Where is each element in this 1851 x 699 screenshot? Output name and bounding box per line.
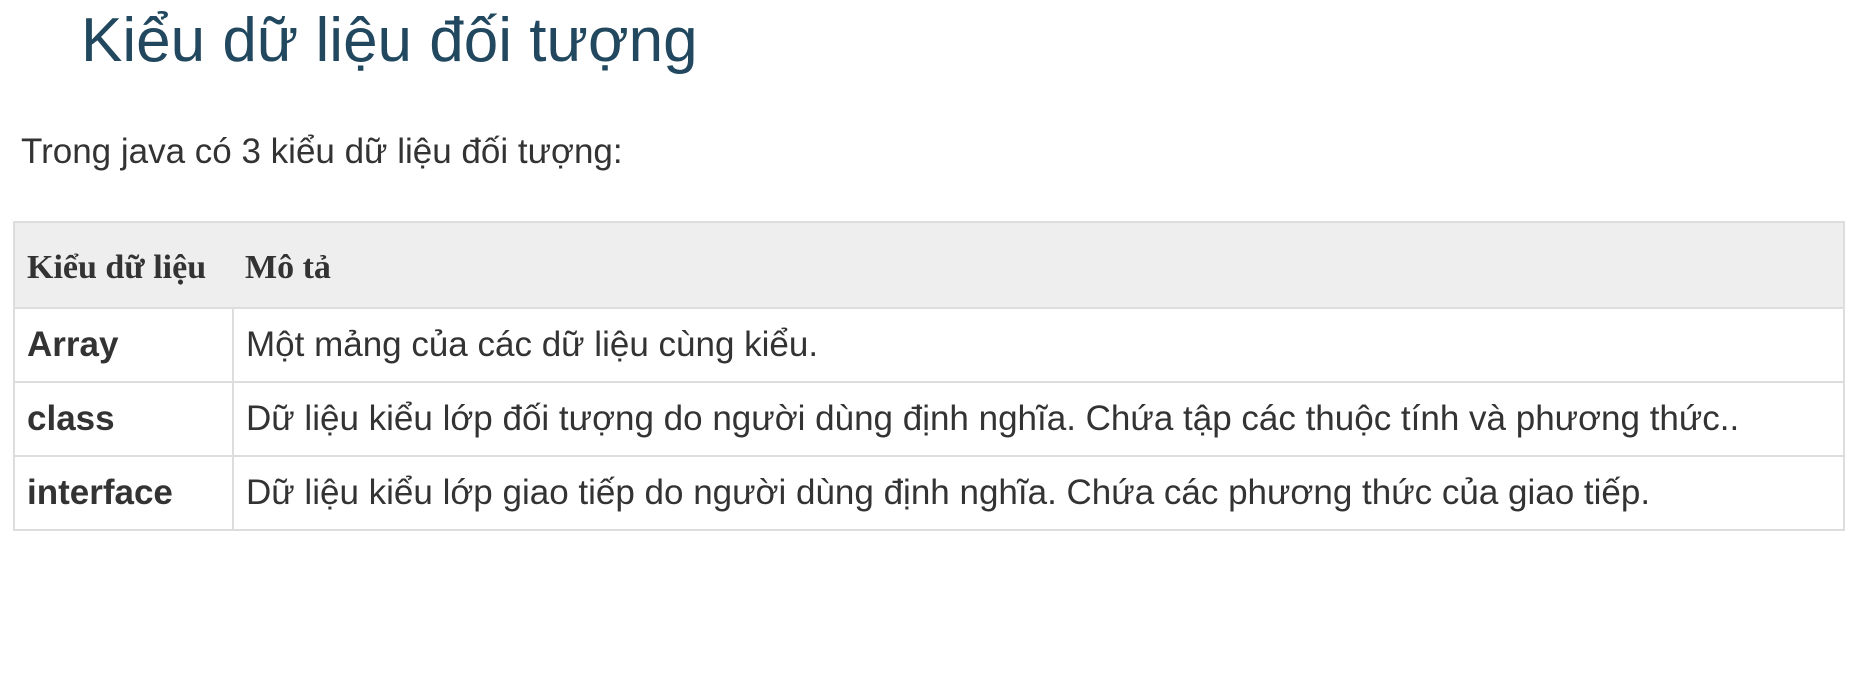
description-cell: Một mảng của các dữ liệu cùng kiểu. [232,307,1845,383]
type-cell: Array [13,307,234,383]
table-header: Kiểu dữ liệu Mô tả [13,221,1845,309]
intro-text: Trong java có 3 kiểu dữ liệu đối tượng: [21,132,623,171]
page-title: Kiểu dữ liệu đối tượng [81,6,698,75]
table-body: Array Một mảng của các dữ liệu cùng kiểu… [13,307,1845,531]
column-header-type: Kiểu dữ liệu [13,221,233,309]
table-row: Array Một mảng của các dữ liệu cùng kiểu… [13,307,1845,383]
description-cell: Dữ liệu kiểu lớp giao tiếp do người dùng… [232,455,1845,531]
type-cell: class [13,381,234,457]
table-row: interface Dữ liệu kiểu lớp giao tiếp do … [13,455,1845,531]
table-row: class Dữ liệu kiểu lớp đối tượng do ngườ… [13,381,1845,457]
description-cell: Dữ liệu kiểu lớp đối tượng do người dùng… [232,381,1845,457]
column-header-description: Mô tả [233,221,1845,309]
table-header-row: Kiểu dữ liệu Mô tả [13,221,1845,309]
data-types-table: Kiểu dữ liệu Mô tả Array Một mảng của cá… [13,221,1845,531]
type-cell: interface [13,455,234,531]
